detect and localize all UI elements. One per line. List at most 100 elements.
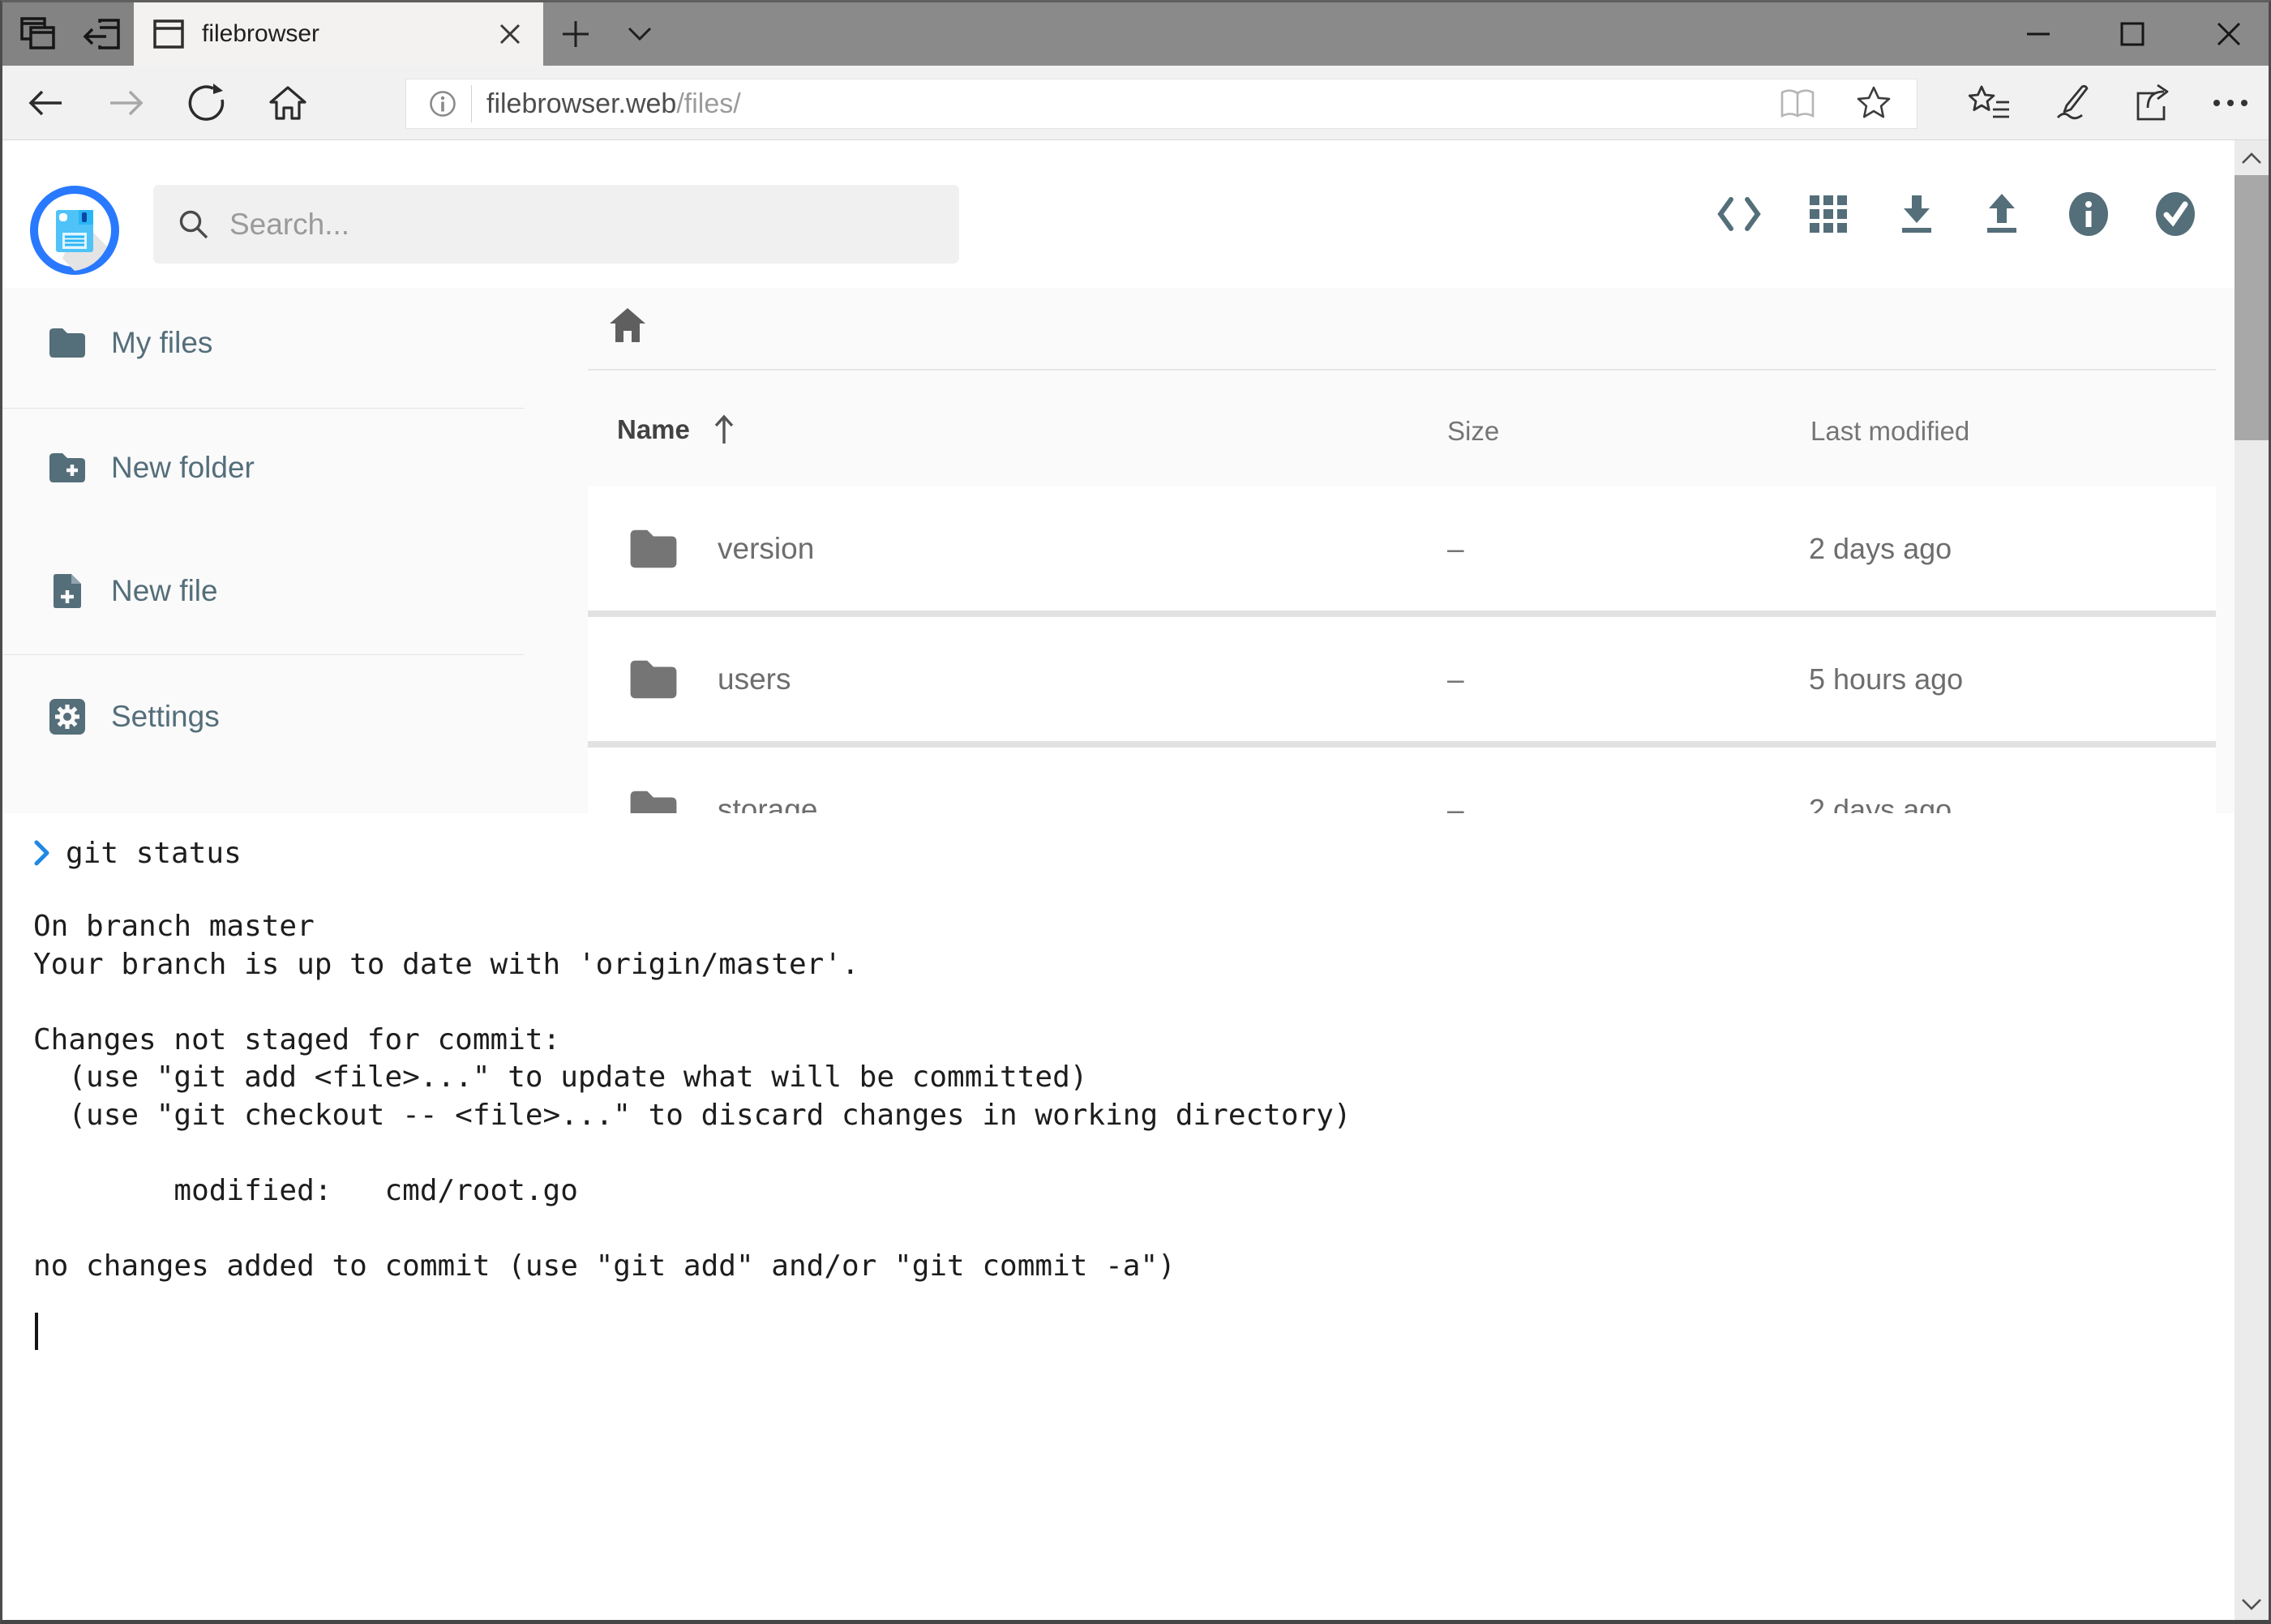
new-folder-icon [48,448,87,487]
overlapping-windows-icon [19,16,57,52]
scrollbar-thumb[interactable] [2235,175,2269,440]
hub-star-list-icon [1969,84,2011,122]
upload-icon [1982,194,2021,234]
terminal-panel[interactable]: git status On branch master Your branch … [2,813,2235,1622]
file-row-users[interactable]: users – 5 hours ago [588,617,2216,741]
url-host: filebrowser.web [486,88,676,119]
folder-icon [628,658,679,701]
upload-button[interactable] [1961,165,2042,263]
close-window-button[interactable] [2192,2,2266,66]
sort-ascending-arrow-icon [713,414,735,445]
prompt-chevron-icon [33,839,51,867]
select-multiple-button[interactable] [2135,165,2216,263]
sidebar-item-label: Settings [111,700,220,734]
browser-window: filebrowser [0,0,2271,1624]
title-bar: filebrowser [2,2,2269,66]
home-button[interactable] [254,66,322,140]
url-divider [471,85,472,122]
navigation-bar: filebrowser.web/files/ [2,66,2269,140]
maximize-button[interactable] [2095,2,2170,66]
folder-icon [48,324,87,362]
listing-divider [588,369,2216,371]
folder-icon [628,528,679,570]
grid-icon [1810,195,1847,233]
file-name: version [718,532,814,566]
more-actions-button[interactable] [2196,66,2265,140]
terminal-prompt-line: git status [33,834,242,872]
filebrowser-header [2,140,2235,288]
home-outline-icon [268,84,308,122]
tab-close-icon[interactable] [498,22,522,46]
info-button[interactable] [2048,165,2129,263]
forward-arrow-icon [107,84,148,122]
tabs-set-aside-list-button[interactable] [11,2,65,66]
minimize-icon [2025,21,2051,47]
scroll-up-button[interactable] [2235,140,2269,176]
download-button[interactable] [1876,165,1957,263]
file-size: – [1447,662,1464,696]
site-info-icon[interactable] [429,90,456,118]
minimize-button[interactable] [2001,2,2076,66]
info-icon [2067,191,2110,237]
tab-arrow-left-icon [82,16,121,52]
settings-gear-icon [48,697,87,736]
check-circle-icon [2154,191,2196,237]
reading-view-icon[interactable] [1779,88,1816,120]
ellipsis-icon [2211,98,2250,108]
breadcrumb-home-button[interactable] [608,306,647,344]
sidebar-item-label: New file [111,574,218,608]
share-button[interactable] [2119,66,2187,140]
chevron-up-icon [2241,152,2262,165]
home-icon [608,306,647,344]
page-scrollbar[interactable] [2235,140,2269,1622]
pen-icon [2051,84,2090,122]
sidebar-item-my-files[interactable]: My files [2,294,524,392]
add-favorite-star-icon[interactable] [1855,86,1892,122]
file-modified: 2 days ago [1809,532,1952,566]
address-bar[interactable]: filebrowser.web/files/ [405,79,1917,129]
sidebar-divider [2,408,524,409]
search-input[interactable] [228,207,909,242]
tab-preview-toggle[interactable] [613,2,666,66]
file-size: – [1447,532,1464,566]
back-arrow-icon [24,84,65,122]
forward-button[interactable] [93,66,161,140]
page-favicon-icon [153,19,184,49]
back-button[interactable] [11,66,79,140]
chevron-down-icon [627,26,653,42]
download-icon [1897,194,1936,234]
filebrowser-logo-icon[interactable] [30,186,119,275]
column-header-modified[interactable]: Last modified [1810,416,1969,447]
grid-view-button[interactable] [1788,165,1869,263]
set-tab-aside-button[interactable] [75,2,128,66]
sidebar-item-new-file[interactable]: New file [2,542,524,640]
raw-view-button[interactable] [1699,165,1780,263]
web-notes-button[interactable] [2037,66,2105,140]
scroll-down-button[interactable] [2235,1587,2269,1622]
file-name: users [718,662,791,696]
browser-tab[interactable]: filebrowser [134,2,543,66]
tab-title: filebrowser [202,20,319,48]
sidebar-item-new-folder[interactable]: New folder [2,419,524,516]
terminal-output: On branch master Your branch is up to da… [33,908,1352,1285]
url-path: /files/ [676,88,740,119]
chevron-down-icon [2241,1598,2262,1611]
sidebar-item-label: My files [111,326,212,360]
refresh-button[interactable] [173,66,241,140]
column-header-size[interactable]: Size [1447,416,1499,447]
hub-favorites-button[interactable] [1956,66,2024,140]
column-header-name[interactable]: Name [617,414,735,445]
new-file-icon [48,572,87,611]
code-brackets-icon [1716,196,1762,232]
file-modified: 5 hours ago [1809,662,1963,696]
close-icon [2216,21,2242,47]
file-row-version[interactable]: version – 2 days ago [588,486,2216,611]
new-tab-button[interactable] [549,2,602,66]
refresh-icon [186,83,227,123]
share-icon [2133,84,2172,122]
url-text: filebrowser.web/files/ [486,88,741,120]
sidebar-item-settings[interactable]: Settings [2,668,524,765]
terminal-command: git status [66,837,242,870]
search-bar[interactable] [153,185,959,264]
file-list: version – 2 days ago users – 5 hours ago… [588,486,2216,813]
